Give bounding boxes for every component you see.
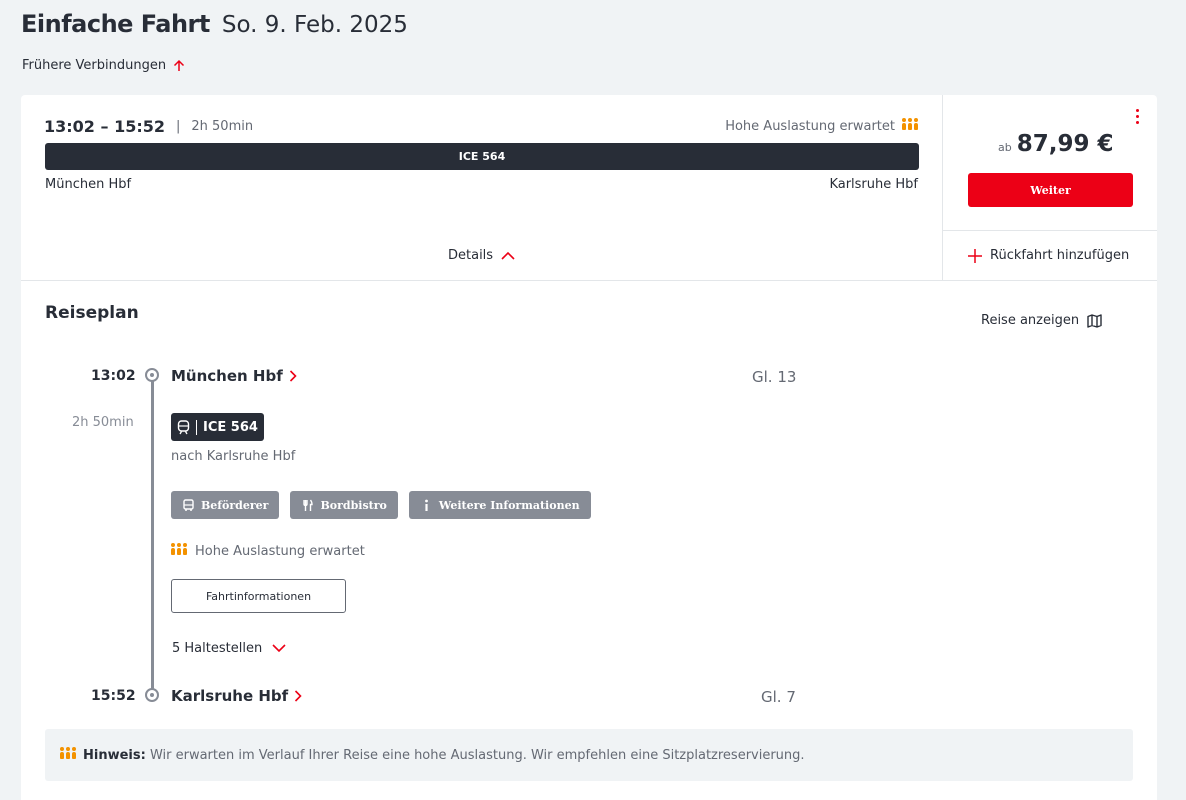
departure-time: 13:02 — [91, 368, 136, 384]
high-occupancy-icon — [60, 746, 76, 759]
bus-icon — [183, 498, 194, 511]
leg-occupancy-label: Hohe Auslastung erwartet — [195, 544, 365, 559]
price-box: ab 87,99 € Weiter — [943, 95, 1157, 231]
connection-card: 13:02 – 15:52 | 2h 50min Hohe Auslastung… — [21, 95, 1157, 800]
arrival-track: Gl. 7 — [761, 688, 796, 706]
show-trip-label: Reise anzeigen — [981, 313, 1080, 328]
train-direction: nach Karlsruhe Hbf — [171, 449, 296, 464]
departure-track: Gl. 13 — [752, 368, 797, 386]
earlier-connections-label: Frühere Verbindungen — [22, 58, 167, 73]
stops-label: 5 Haltestellen — [172, 641, 263, 656]
chevron-down-icon — [272, 644, 286, 653]
stops-toggle[interactable]: 5 Haltestellen — [172, 641, 286, 656]
operator-label: Beförderer — [201, 498, 269, 512]
bistro-label: Bordbistro — [320, 498, 387, 512]
price-prefix: ab — [998, 141, 1012, 154]
page-title: Einfache Fahrt — [21, 10, 210, 38]
arrival-dot — [145, 688, 159, 702]
train-badge: ICE 564 — [171, 413, 264, 441]
travel-duration: 2h 50min — [191, 119, 254, 134]
leg-duration: 2h 50min — [72, 415, 134, 430]
details-label: Details — [448, 248, 494, 263]
cutlery-icon — [303, 499, 314, 511]
page-header: Einfache Fahrt So. 9. Feb. 2025 — [21, 10, 408, 38]
badge-divider — [196, 419, 197, 435]
arrival-time: 15:52 — [91, 688, 136, 704]
chevron-up-icon — [501, 251, 515, 260]
notice-label: Hinweis: — [83, 747, 146, 763]
time-range: 13:02 – 15:52 — [44, 117, 165, 136]
train-icon — [177, 419, 190, 434]
add-return-label: Rückfahrt hinzufügen — [990, 248, 1130, 263]
notice-text-wrap: Hinweis: Wir erwarten im Verlauf Ihrer R… — [83, 748, 805, 763]
more-info-chip[interactable]: Weitere Informationen — [408, 491, 591, 519]
plus-icon — [968, 248, 982, 263]
itinerary-title: Reiseplan — [45, 303, 139, 323]
arrival-station-name: Karlsruhe Hbf — [171, 687, 289, 705]
details-toggle[interactable]: Details — [448, 248, 515, 263]
add-return-trip-button[interactable]: Rückfahrt hinzufügen — [943, 231, 1157, 281]
occupancy-notice: Hinweis: Wir erwarten im Verlauf Ihrer R… — [45, 729, 1133, 781]
high-occupancy-icon — [171, 543, 187, 555]
occupancy-info: Hohe Auslastung erwartet — [725, 118, 918, 134]
more-info-label: Weitere Informationen — [438, 498, 580, 512]
bistro-chip[interactable]: Bordbistro — [290, 491, 398, 519]
show-trip-link[interactable]: Reise anzeigen — [981, 313, 1102, 328]
operator-chip[interactable]: Beförderer — [171, 491, 280, 519]
info-icon — [424, 499, 428, 511]
price: ab 87,99 € — [998, 131, 1114, 157]
timeline-line — [151, 377, 154, 695]
train-number: ICE 564 — [203, 419, 258, 435]
more-options-icon[interactable] — [1136, 109, 1140, 127]
train-bar: ICE 564 — [45, 143, 919, 170]
high-occupancy-icon — [902, 118, 918, 130]
earlier-connections-link[interactable]: Frühere Verbindungen — [22, 58, 186, 73]
departure-station-name: München Hbf — [171, 367, 283, 385]
departure-dot — [145, 368, 159, 382]
map-icon — [1087, 313, 1102, 328]
leg-occupancy: Hohe Auslastung erwartet — [171, 543, 365, 559]
arrow-up-icon — [174, 59, 185, 71]
travel-date: So. 9. Feb. 2025 — [221, 12, 408, 38]
notice-text: Wir erwarten im Verlauf Ihrer Reise eine… — [149, 747, 805, 763]
connection-summary[interactable]: 13:02 – 15:52 | 2h 50min Hohe Auslastung… — [21, 95, 943, 281]
attribute-chips: Beförderer Bordbistro Weitere Informatio… — [171, 491, 591, 519]
divider: | — [176, 119, 181, 134]
arrival-station-link[interactable]: Karlsruhe Hbf — [171, 687, 302, 705]
continue-button[interactable]: Weiter — [968, 173, 1133, 207]
price-value: 87,99 € — [1016, 131, 1114, 157]
origin-station: München Hbf — [45, 177, 132, 192]
connection-times: 13:02 – 15:52 | 2h 50min — [44, 117, 253, 136]
chevron-right-icon — [295, 690, 302, 702]
trip-info-button[interactable]: Fahrtinformationen — [171, 579, 346, 613]
departure-station-link[interactable]: München Hbf — [171, 367, 297, 385]
occupancy-label: Hohe Auslastung erwartet — [725, 119, 895, 134]
chevron-right-icon — [289, 370, 297, 382]
destination-station: Karlsruhe Hbf — [829, 177, 918, 192]
